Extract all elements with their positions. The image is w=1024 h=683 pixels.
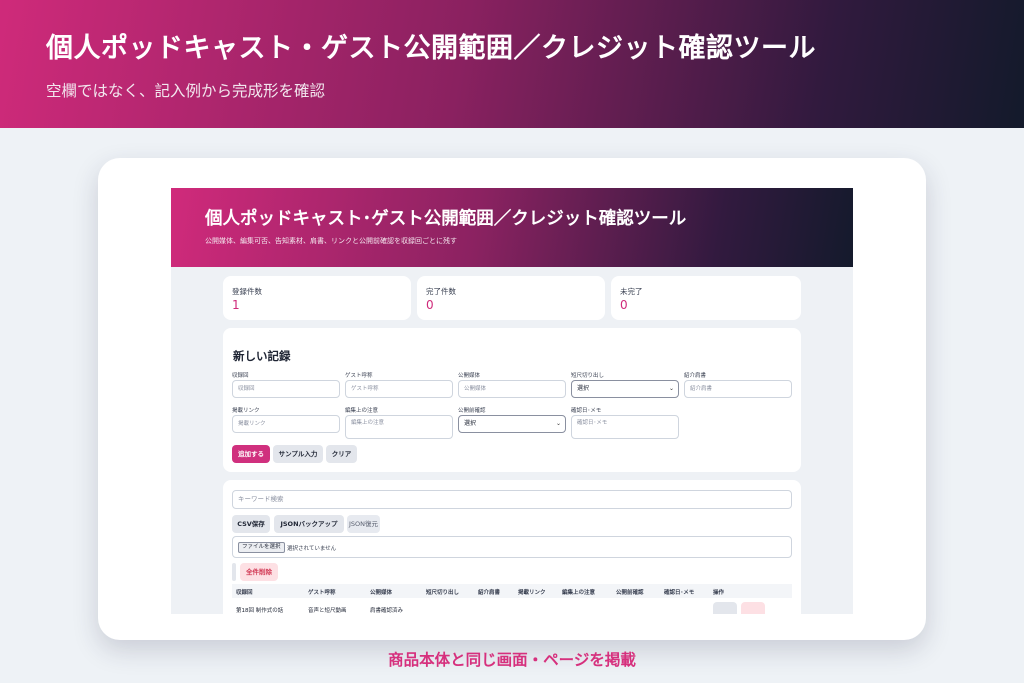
promo-banner: 個人ポッドキャスト・ゲスト公開範囲／クレジット確認ツール 空欄ではなく、記入例か… — [0, 0, 1024, 128]
edit-button[interactable] — [713, 602, 737, 614]
column-header: 公開前確認 — [616, 590, 644, 596]
column-header: 短尺切り出し — [426, 590, 460, 596]
banner-subtitle: 空欄ではなく、記入例から完成形を確認 — [46, 82, 326, 100]
field-label: 短尺切り出し — [571, 373, 605, 379]
field-label: 公開媒体 — [458, 373, 481, 379]
field-label: 紹介肩書 — [684, 373, 707, 379]
field-label: 編集上の注意 — [345, 408, 379, 414]
json-restore-button[interactable]: JSON復元 — [347, 515, 380, 533]
column-header: ゲスト呼称 — [308, 590, 336, 596]
field-label: 確認日･メモ — [571, 408, 602, 414]
app-title: 個人ポッドキャスト･ゲスト公開範囲／クレジット確認ツール — [205, 209, 687, 229]
csv-save-button[interactable]: CSV保存 — [232, 515, 270, 533]
app-header: 個人ポッドキャスト･ゲスト公開範囲／クレジット確認ツール 公開媒体、編集可否、告… — [171, 188, 853, 267]
stat-value: 1 — [232, 298, 240, 312]
prepublish-check-select[interactable]: 選択 ⌄ — [458, 415, 566, 433]
delete-button[interactable] — [741, 602, 765, 614]
app-subtitle: 公開媒体、編集可否、告知素材、肩書、リンクと公開前確認を収録回ごとに残す — [205, 237, 457, 245]
column-header: 操作 — [713, 590, 725, 596]
banner-title: 個人ポッドキャスト・ゲスト公開範囲／クレジット確認ツール — [46, 33, 816, 64]
table-row[interactable]: 第18回 制作式の話 音声と短尺動画 肩書確認済み — [232, 600, 792, 614]
table-cell: 第18回 制作式の話 — [236, 608, 284, 614]
check-date-memo-textarea[interactable]: 確認日･メモ — [571, 415, 679, 439]
chevron-down-icon: ⌄ — [668, 385, 674, 392]
field-label: 掲載リンク — [232, 408, 260, 414]
file-status: 選択されていません — [287, 546, 337, 552]
column-header: 確認日･メモ — [664, 590, 695, 596]
column-header: 紹介肩書 — [478, 590, 501, 596]
title-input[interactable]: 紹介肩書 — [684, 380, 792, 398]
toolbar-spacer — [232, 563, 236, 581]
field-label: 公開前確認 — [458, 408, 486, 414]
stat-value: 0 — [426, 298, 434, 312]
stat-label: 登録件数 — [232, 287, 262, 296]
table-cell: 肩書確認済み — [370, 608, 404, 614]
app-screenshot: 個人ポッドキャスト･ゲスト公開範囲／クレジット確認ツール 公開媒体、編集可否、告… — [171, 188, 853, 614]
clear-button[interactable]: クリア — [326, 445, 357, 463]
column-header: 掲載リンク — [518, 590, 546, 596]
edit-notes-textarea[interactable]: 編集上の注意 — [345, 415, 453, 439]
file-picker[interactable]: ファイルを選択 選択されていません — [232, 536, 792, 558]
delete-all-button[interactable]: 全件削除 — [240, 563, 278, 581]
add-button[interactable]: 追加する — [232, 445, 270, 463]
episode-input[interactable]: 収録回 — [232, 380, 340, 398]
field-label: ゲスト呼称 — [345, 373, 373, 379]
chevron-down-icon: ⌄ — [555, 420, 561, 427]
keyword-search-input[interactable]: キーワード検索 — [232, 490, 792, 509]
stat-card-pending: 未完了 0 — [611, 276, 801, 320]
stat-label: 未完了 — [620, 287, 643, 296]
table-cell: 音声と短尺動画 — [308, 608, 347, 614]
new-record-form: 新しい記録 収録回 収録回 ゲスト呼称 ゲスト呼称 公開媒体 公開媒体 短尺切り… — [223, 328, 801, 472]
column-header: 収録回 — [236, 590, 253, 596]
stat-card-total: 登録件数 1 — [223, 276, 411, 320]
caption: 商品本体と同じ画面・ページを掲載 — [388, 651, 636, 669]
link-input[interactable]: 掲載リンク — [232, 415, 340, 433]
select-value: 選択 — [464, 420, 477, 427]
records-panel: キーワード検索 CSV保存 JSONバックアップ JSON復元 ファイルを選択 … — [223, 480, 801, 614]
short-clip-select[interactable]: 選択 ⌄ — [571, 380, 679, 398]
table-header: 収録回 ゲスト呼称 公開媒体 短尺切り出し 紹介肩書 掲載リンク 編集上の注意 … — [232, 584, 792, 598]
form-title: 新しい記録 — [233, 349, 291, 363]
stat-value: 0 — [620, 298, 628, 312]
field-label: 収録回 — [232, 373, 249, 379]
column-header: 編集上の注意 — [562, 590, 596, 596]
stat-label: 完了件数 — [426, 287, 456, 296]
json-backup-button[interactable]: JSONバックアップ — [274, 515, 344, 533]
stat-card-done: 完了件数 0 — [417, 276, 605, 320]
sample-input-button[interactable]: サンプル入力 — [273, 445, 323, 463]
media-input[interactable]: 公開媒体 — [458, 380, 566, 398]
choose-file-button[interactable]: ファイルを選択 — [238, 542, 285, 553]
column-header: 公開媒体 — [370, 590, 393, 596]
select-value: 選択 — [577, 385, 590, 392]
guest-name-input[interactable]: ゲスト呼称 — [345, 380, 453, 398]
